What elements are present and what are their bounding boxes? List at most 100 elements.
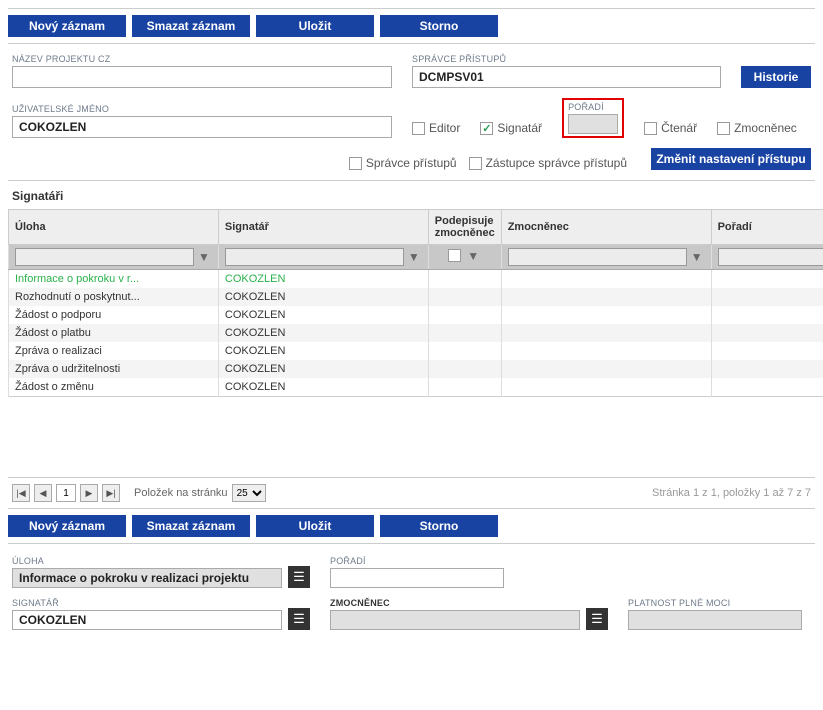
signatory-checkbox[interactable]	[480, 122, 493, 135]
pager-page-input[interactable]	[56, 484, 76, 502]
access-admin-label: SPRÁVCE PŘÍSTUPŮ	[412, 54, 721, 64]
cell-poradi	[711, 360, 823, 378]
deputy-admin-checkbox[interactable]	[469, 157, 482, 170]
project-name-label: NÁZEV PROJEKTU CZ	[12, 54, 392, 64]
cell-signatar: COKOZLEN	[218, 360, 428, 378]
uloha-label-bottom: ÚLOHA	[12, 556, 282, 566]
cell-uloha: Informace o pokroku v r...	[9, 270, 219, 289]
table-row[interactable]: Zpráva o udržitelnostiCOKOZLEN	[9, 360, 823, 378]
pager-next-button[interactable]: ▶	[80, 484, 98, 502]
order-label: POŘADÍ	[568, 102, 618, 112]
cell-poradi	[711, 324, 823, 342]
reader-checkbox[interactable]	[644, 122, 657, 135]
table-row[interactable]: Zpráva o realizaciCOKOZLEN	[9, 342, 823, 360]
cell-zmocnenec	[501, 378, 711, 397]
cancel-button[interactable]: Storno	[380, 15, 498, 37]
cancel-button-bottom[interactable]: Storno	[380, 515, 498, 537]
platnost-label: PLATNOST PLNÉ MOCI	[628, 598, 802, 608]
uloha-input-bottom[interactable]	[12, 568, 282, 588]
cell-uloha: Žádost o platbu	[9, 324, 219, 342]
save-button-bottom[interactable]: Uložit	[256, 515, 374, 537]
filter-signatar[interactable]	[225, 248, 404, 266]
filter-icon[interactable]: ▼	[196, 250, 212, 264]
cell-zmocnenec	[501, 288, 711, 306]
uloha-lookup-button[interactable]: ☰	[288, 566, 310, 588]
cell-poradi	[711, 270, 823, 289]
signatory-label: Signatář	[497, 121, 542, 135]
pager: |◀ ◀ ▶ ▶| Položek na stránku 25 Stránka …	[8, 477, 815, 508]
save-button[interactable]: Uložit	[256, 15, 374, 37]
cell-zmocnenec	[501, 270, 711, 289]
cell-podepisuje	[428, 288, 501, 306]
editor-checkbox[interactable]	[412, 122, 425, 135]
filter-icon[interactable]: ▼	[689, 250, 705, 264]
poradi-label-bottom: POŘADÍ	[330, 556, 504, 566]
cell-podepisuje	[428, 342, 501, 360]
cell-uloha: Žádost o změnu	[9, 378, 219, 397]
access-admin-input[interactable]	[412, 66, 721, 88]
history-button[interactable]: Historie	[741, 66, 811, 88]
cell-uloha: Zpráva o udržitelnosti	[9, 360, 219, 378]
cell-uloha: Rozhodnutí o poskytnut...	[9, 288, 219, 306]
editor-label: Editor	[429, 121, 460, 135]
signatar-input-bottom[interactable]	[12, 610, 282, 630]
platnost-input[interactable]	[628, 610, 802, 630]
filter-podepisuje-checkbox[interactable]	[448, 249, 461, 262]
poradi-input-bottom[interactable]	[330, 568, 504, 588]
new-record-button-bottom[interactable]: Nový záznam	[8, 515, 126, 537]
col-zmocnenec[interactable]: Zmocněnec	[501, 210, 711, 245]
cell-uloha: Zpráva o realizaci	[9, 342, 219, 360]
pager-first-button[interactable]: |◀	[12, 484, 30, 502]
cell-zmocnenec	[501, 360, 711, 378]
page-size-select[interactable]: 25	[232, 484, 266, 502]
col-uloha[interactable]: Úloha	[9, 210, 219, 245]
agent-label: Zmocněnec	[734, 121, 797, 135]
cell-signatar: COKOZLEN	[218, 288, 428, 306]
admin-checkbox[interactable]	[349, 157, 362, 170]
agent-checkbox[interactable]	[717, 122, 730, 135]
username-input[interactable]	[12, 116, 392, 138]
table-row[interactable]: Informace o pokroku v r...COKOZLEN	[9, 270, 823, 289]
table-row[interactable]: Rozhodnutí o poskytnut...COKOZLEN	[9, 288, 823, 306]
signatar-label-bottom: SIGNATÁŘ	[12, 598, 282, 608]
top-toolbar: Nový záznam Smazat záznam Uložit Storno	[8, 8, 815, 44]
cell-podepisuje	[428, 378, 501, 397]
zmocnenec-label-bottom: ZMOCNĚNEC	[330, 598, 580, 608]
reader-label: Čtenář	[661, 121, 697, 135]
filter-icon[interactable]: ▼	[465, 249, 481, 263]
cell-zmocnenec	[501, 306, 711, 324]
table-row[interactable]: Žádost o platbuCOKOZLEN	[9, 324, 823, 342]
cell-podepisuje	[428, 360, 501, 378]
pager-info: Stránka 1 z 1, položky 1 až 7 z 7	[652, 487, 811, 499]
pager-last-button[interactable]: ▶|	[102, 484, 120, 502]
cell-poradi	[711, 306, 823, 324]
cell-signatar: COKOZLEN	[218, 378, 428, 397]
filter-icon[interactable]: ▼	[406, 250, 422, 264]
table-row[interactable]: Žádost o změnuCOKOZLEN	[9, 378, 823, 397]
col-signatar[interactable]: Signatář	[218, 210, 428, 245]
new-record-button[interactable]: Nový záznam	[8, 15, 126, 37]
deputy-admin-label: Zástupce správce přístupů	[486, 156, 627, 170]
order-highlight: POŘADÍ	[562, 98, 624, 138]
delete-record-button[interactable]: Smazat záznam	[132, 15, 250, 37]
filter-uloha[interactable]	[15, 248, 194, 266]
cell-poradi	[711, 288, 823, 306]
col-podepisuje[interactable]: Podepisuje zmocněnec	[428, 210, 501, 245]
project-name-input[interactable]	[12, 66, 392, 88]
signatar-lookup-button[interactable]: ☰	[288, 608, 310, 630]
zmocnenec-input-bottom[interactable]	[330, 610, 580, 630]
cell-podepisuje	[428, 270, 501, 289]
cell-zmocnenec	[501, 324, 711, 342]
order-input[interactable]	[568, 114, 618, 134]
filter-zmocnenec[interactable]	[508, 248, 687, 266]
bottom-toolbar: Nový záznam Smazat záznam Uložit Storno	[8, 508, 815, 544]
filter-poradi[interactable]	[718, 248, 823, 266]
delete-record-button-bottom[interactable]: Smazat záznam	[132, 515, 250, 537]
change-settings-button[interactable]: Změnit nastavení přístupu	[651, 148, 811, 170]
cell-podepisuje	[428, 306, 501, 324]
cell-signatar: COKOZLEN	[218, 306, 428, 324]
zmocnenec-lookup-button[interactable]: ☰	[586, 608, 608, 630]
table-row[interactable]: Žádost o podporuCOKOZLEN	[9, 306, 823, 324]
pager-prev-button[interactable]: ◀	[34, 484, 52, 502]
col-poradi[interactable]: Pořadí	[711, 210, 823, 245]
